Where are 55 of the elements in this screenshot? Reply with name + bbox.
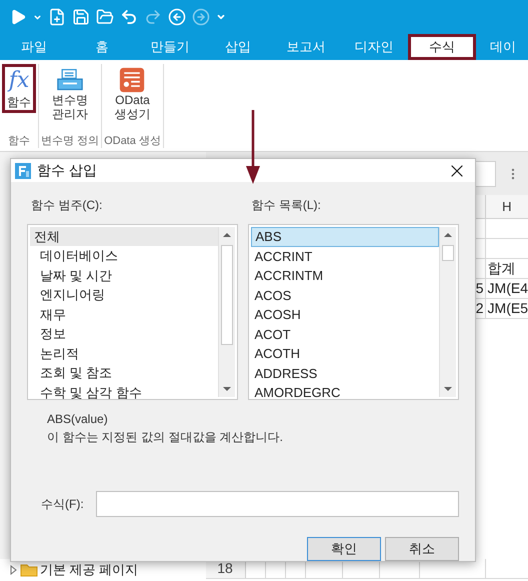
list-item[interactable]: ACCRINT <box>250 246 439 266</box>
function-icon: fx <box>8 67 30 95</box>
table-icon <box>119 67 146 93</box>
list-item[interactable]: 날짜 및 시간 <box>30 266 218 285</box>
function-label: 함수 목록(L): <box>250 197 322 214</box>
ribbon-button[interactable]: fx 함수 <box>2 64 36 113</box>
list-item[interactable]: 수학 및 삼각 함수 <box>30 382 218 402</box>
tray-icon <box>56 67 84 93</box>
formula-label: 수식(F): <box>40 496 82 513</box>
ribbon-button[interactable]: 변수명 관리자 <box>47 64 94 125</box>
dialog-title: 함수 삽입 <box>37 161 97 180</box>
formula-field[interactable] <box>96 491 459 517</box>
list-item[interactable]: ACOS <box>250 286 439 306</box>
folder-icon[interactable] <box>96 8 114 26</box>
table-cell-text: 합계 <box>488 259 516 278</box>
table-cell-text: 2 <box>476 299 485 318</box>
list-item[interactable]: ABS <box>250 227 439 247</box>
list-item[interactable]: 조회 및 참조 <box>30 363 218 382</box>
table-cell-text: JM(E5 <box>488 299 528 318</box>
table-cell-text: 5 <box>476 279 485 298</box>
list-item[interactable]: 정보 <box>30 324 218 344</box>
customize-icon[interactable] <box>216 12 226 22</box>
ribbon-tab[interactable]: 수식 <box>408 34 476 60</box>
group-caption: 함수 <box>8 134 30 148</box>
list-item[interactable]: 데이터베이스 <box>30 246 218 266</box>
category-label: 함수 범주(C): <box>30 197 104 214</box>
list-item[interactable]: AMORDEGRC <box>250 383 439 403</box>
list-item[interactable]: ACOT <box>250 324 439 344</box>
app-icon <box>15 162 31 178</box>
expand-icon[interactable] <box>8 565 18 575</box>
back-icon[interactable] <box>168 8 186 26</box>
list-item[interactable]: ACOTH <box>250 344 439 364</box>
caret-icon[interactable] <box>33 12 42 22</box>
list-item[interactable]: ADDRESS <box>250 364 439 384</box>
scroll-thumb[interactable] <box>220 245 232 345</box>
group-caption: OData 생성 <box>104 134 161 148</box>
list-item[interactable]: 엔지니어링 <box>30 285 218 304</box>
new-file-icon[interactable] <box>48 8 66 26</box>
table-cell-text: JM(E4 <box>488 279 528 298</box>
dialog-button[interactable]: 확인 <box>307 537 381 561</box>
list-item[interactable]: ACOSH <box>250 305 439 325</box>
list-item[interactable]: ACCRINTM <box>250 266 439 286</box>
list-item[interactable]: 재무 <box>30 304 218 324</box>
function-signature: ABS(value) <box>46 411 109 428</box>
list-item[interactable]: 전체 <box>30 227 218 246</box>
list-item[interactable]: 논리적 <box>30 344 218 363</box>
ribbon-button[interactable]: OData 생성기 <box>109 64 156 125</box>
dialog-button[interactable]: 취소 <box>385 537 459 561</box>
group-caption: 변수명 정의 <box>41 134 100 148</box>
save-icon[interactable] <box>72 8 90 26</box>
scroll-thumb[interactable] <box>442 245 454 261</box>
undo-icon[interactable] <box>120 8 138 26</box>
column-header[interactable]: H <box>486 195 528 218</box>
row-number: 18 <box>217 559 233 578</box>
function-description: 이 함수는 지정된 값의 절대값을 계산합니다. <box>46 429 284 446</box>
